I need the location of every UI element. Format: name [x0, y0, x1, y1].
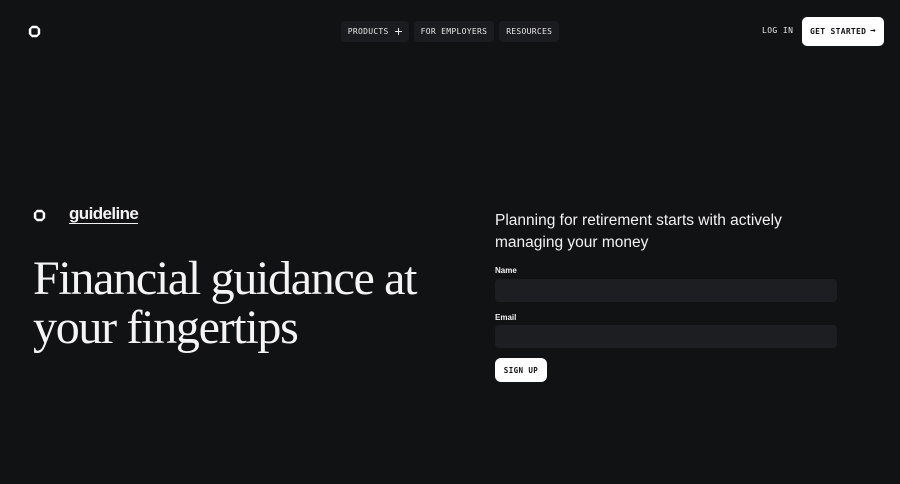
nav-item-resources[interactable]: RESOURCES: [499, 21, 560, 42]
brand-wordmark: guideline: [69, 204, 139, 224]
nav-item-label: FOR EMPLOYERS: [420, 27, 488, 36]
get-started-button[interactable]: GET STARTED →: [802, 17, 884, 46]
plus-icon: [394, 28, 402, 35]
nav-item-label: PRODUCTS: [347, 27, 389, 36]
nav-item-products[interactable]: PRODUCTS: [340, 21, 409, 42]
sign-up-button[interactable]: SIGN UP: [495, 358, 547, 382]
arrow-right-icon: →: [870, 26, 876, 36]
name-label: Name: [495, 266, 517, 275]
form-tagline: Planning for retirement starts with acti…: [495, 212, 782, 251]
page: PRODUCTS FOR EMPLOYERS RESOURCES LOG IN …: [0, 0, 900, 484]
name-input[interactable]: [495, 279, 837, 302]
nav-item-label: RESOURCES: [506, 27, 553, 36]
get-started-label: GET STARTED: [810, 27, 867, 36]
brand-logo: guideline: [33, 204, 139, 224]
email-label: Email: [495, 313, 517, 322]
email-input[interactable]: [495, 325, 837, 348]
login-link[interactable]: LOG IN: [762, 26, 793, 35]
nav-item-for-employers[interactable]: FOR EMPLOYERS: [413, 21, 495, 42]
hero-headline: Financial guidance at your fingertips: [33, 252, 418, 354]
octagon-ring-icon[interactable]: [28, 25, 41, 38]
octagon-ring-icon: [33, 209, 46, 221]
